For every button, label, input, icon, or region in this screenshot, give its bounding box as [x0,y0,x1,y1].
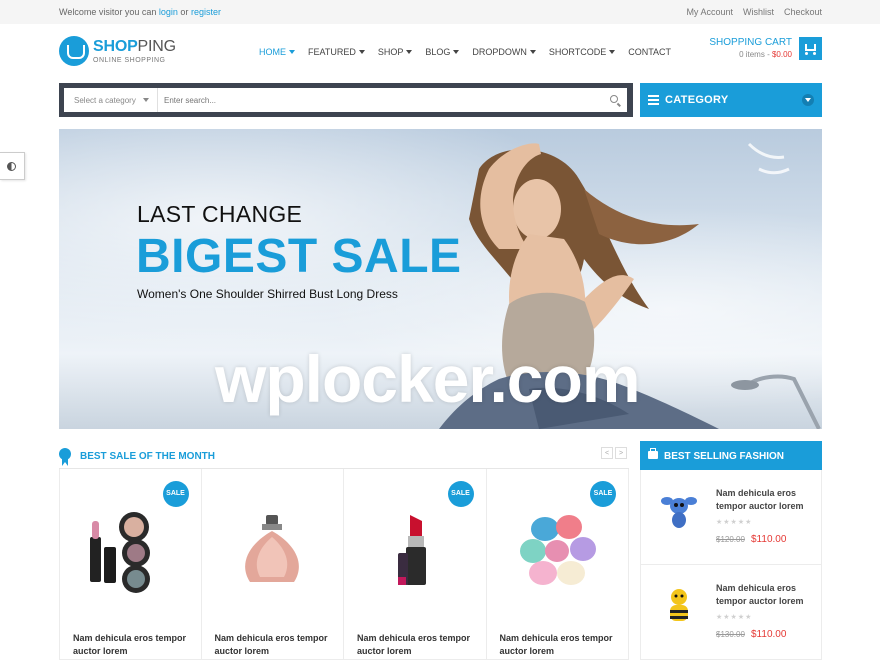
welcome-message: Welcome visitor you can login or registe… [59,7,221,17]
chevron-down-icon [529,50,536,54]
search-bar: Select a category [59,83,633,117]
sale-badge: SALE [590,481,616,507]
watermark-text: wplocker.com [215,342,641,416]
chevron-down-icon [609,50,616,54]
search-box: Select a category [64,88,627,112]
hero-kicker: LAST CHANGE [137,201,303,227]
contrast-icon [7,162,16,171]
register-link[interactable]: register [191,7,221,17]
site-logo[interactable]: SHOPPING ONLINE SHOPPING [59,36,189,68]
product-card[interactable]: SALE Nam dehicula eros tempor auctor lor… [486,469,629,660]
accessibility-toggle[interactable] [0,152,25,180]
category-menu[interactable]: CATEGORY [640,83,822,117]
list-item[interactable]: Nam dehicula eros tempor auctor lorem ★★… [641,470,821,564]
product-grid: SALE Nam dehicula eros tempor auctor lor… [59,469,629,660]
chevron-down-icon [143,98,149,102]
list-item[interactable]: Nam dehicula eros tempor auctor lorem ★★… [641,564,821,658]
hero-headline: BIGEST SALE [136,230,462,283]
best-sale-title: BEST SALE OF THE MONTH [80,451,215,462]
lipstick-image [398,515,426,585]
nav-dropdown[interactable]: DROPDOWN [472,47,536,57]
sale-badge: SALE [162,481,189,507]
welcome-text: Welcome visitor you can [59,7,157,17]
login-link[interactable]: login [159,7,178,17]
nav-contact[interactable]: CONTACT [628,47,671,57]
product-name[interactable]: Nam dehicula eros tempor auctor lorem [357,632,482,658]
makeup-sponges-image [519,515,596,585]
hero-banner[interactable]: LAST CHANGE BIGEST SALE Women's One Shou… [59,129,822,429]
best-selling-header: BEST SELLING FASHION [640,441,822,470]
logo-icon [59,36,89,66]
rating-stars: ★★★★★ [716,614,753,621]
my-account-link[interactable]: My Account [686,7,733,17]
logo-tagline: ONLINE SHOPPING [93,57,166,64]
product-name[interactable]: Nam dehicula eros tempor auctor lorem [215,632,340,658]
main-nav: HOME FEATURED SHOP BLOG DROPDOWN SHORTCO… [259,47,684,57]
checkout-link[interactable]: Checkout [784,7,822,17]
product-card[interactable]: Nam dehicula eros tempor auctor lorem [201,469,344,660]
chevron-down-icon [289,50,295,54]
top-bar: Welcome visitor you can login or registe… [0,0,880,24]
product-card[interactable]: SALE Nam dehicula eros tempor auctor lor… [344,469,487,660]
best-selling-title: BEST SELLING FASHION [664,451,785,462]
cart-total: $0.00 [771,50,792,59]
product-name[interactable]: Nam dehicula eros tempor auctor lorem [73,632,198,658]
best-selling-list: Nam dehicula eros tempor auctor lorem ★★… [640,470,822,660]
cart-summary: 0 items - $0.00 [739,50,792,59]
logo-name: SHOPPING [93,38,176,55]
product-name[interactable]: Nam dehicula eros tempor auctor lorem [716,582,816,608]
sale-badge: SALE [447,481,474,507]
product-name[interactable]: Nam dehicula eros tempor auctor lorem [500,632,625,658]
carousel-next-button[interactable]: > [615,447,627,459]
ribbon-icon [59,448,71,466]
carousel-prev-button[interactable]: < [601,447,613,459]
search-icon[interactable] [610,95,618,103]
bag-icon [648,448,658,459]
old-price: $120.00 [716,535,745,544]
product-card[interactable]: SALE Nam dehicula eros tempor auctor lor… [59,469,202,660]
shopping-cart[interactable]: SHOPPING CART 0 items - $0.00 [702,37,822,60]
nav-shop[interactable]: SHOP [378,47,413,57]
carousel-controls: < > [601,447,627,459]
category-select[interactable]: Select a category [64,88,158,112]
category-label: CATEGORY [665,94,729,106]
cart-icon [805,44,816,55]
makeup-set-image [90,512,150,593]
chevron-down-icon [453,50,460,54]
nav-shortcode[interactable]: SHORTCODE [549,47,616,57]
price: $110.00 [751,534,787,545]
nav-home[interactable]: HOME [259,47,295,57]
or-text: or [180,7,189,17]
product-name[interactable]: Nam dehicula eros tempor auctor lorem [716,487,816,513]
account-links: My Account Wishlist Checkout [686,7,822,17]
best-sale-header: BEST SALE OF THE MONTH < > [59,441,629,469]
blue-plush-toy-image [661,497,697,528]
perfume-bottle-image [244,515,299,582]
rating-stars: ★★★★★ [716,519,753,526]
chevron-down-icon [358,50,365,54]
wishlist-link[interactable]: Wishlist [743,7,774,17]
chevron-down-icon [406,50,413,54]
menu-icon [648,95,659,97]
bee-plush-toy-image [670,589,688,621]
hero-subline: Women's One Shoulder Shirred Bust Long D… [137,287,398,301]
search-input[interactable] [164,92,594,108]
cart-button[interactable] [799,37,822,60]
chevron-down-icon[interactable] [802,94,814,106]
nav-blog[interactable]: BLOG [425,47,460,57]
cart-title[interactable]: SHOPPING CART [709,37,792,48]
price: $110.00 [751,629,787,640]
nav-featured[interactable]: FEATURED [308,47,365,57]
old-price: $130.00 [716,630,745,639]
